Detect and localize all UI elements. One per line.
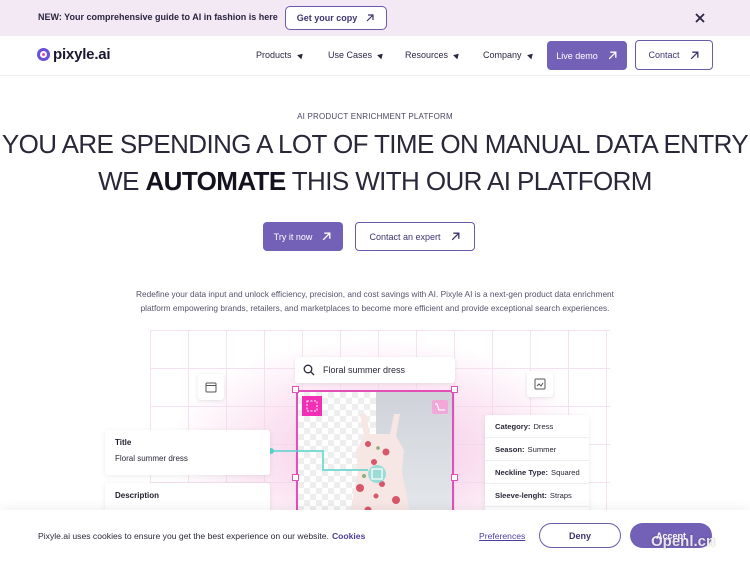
try-label: Try it now bbox=[273, 231, 313, 242]
contact-button[interactable]: Contact bbox=[635, 40, 713, 70]
crop-handle bbox=[451, 386, 458, 393]
hero-eyebrow: AI PRODUCT ENRICHMENT PLATFORM bbox=[297, 112, 453, 121]
product-enrichment-illustration: Floral summer dress Title Floral summer … bbox=[90, 330, 660, 560]
search-text: Floral summer dress bbox=[323, 365, 406, 375]
caret-down-icon bbox=[526, 51, 535, 59]
title-value: Floral summer dress bbox=[115, 454, 188, 463]
attribute-name: Category: bbox=[495, 421, 531, 431]
hero-headline-line2: WE AUTOMATE THIS WITH OUR AI PLATFORM bbox=[0, 166, 750, 197]
live-demo-label: Live demo bbox=[556, 50, 598, 61]
crop-handle bbox=[292, 386, 299, 393]
cookie-banner: Pixyle.ai uses cookies to ensure you get… bbox=[0, 510, 750, 562]
attribute-value: Squared bbox=[551, 467, 580, 477]
search-bar: Floral summer dress bbox=[295, 357, 455, 383]
hero-description: Redefine your data input and unlock effi… bbox=[136, 289, 614, 313]
nav-item-company[interactable]: Company bbox=[483, 50, 535, 60]
attribute-row: Season: Summer bbox=[485, 438, 589, 461]
nav-item-products[interactable]: Products bbox=[256, 50, 305, 60]
attribute-value: Dress bbox=[533, 421, 554, 431]
expert-label: Contact an expert bbox=[369, 231, 441, 242]
logo-icon bbox=[37, 48, 50, 61]
attribute-row: Category: Dress bbox=[485, 415, 589, 438]
headline-text: THIS WITH OUR AI PLATFORM bbox=[285, 166, 653, 196]
announcement-bar: NEW: Your comprehensive guide to AI in f… bbox=[0, 0, 750, 36]
nav-item-label: Company bbox=[483, 50, 522, 60]
nav-item-label: Resources bbox=[405, 50, 449, 60]
attribute-name: Neckline Type: bbox=[495, 467, 549, 477]
contact-expert-button[interactable]: Contact an expert bbox=[355, 222, 475, 251]
search-icon bbox=[303, 364, 315, 376]
description-label: Description bbox=[115, 491, 160, 500]
hero-headline-line1: YOU ARE SPENDING A LOT OF TIME ON MANUAL… bbox=[1, 129, 749, 159]
browser-window-tile bbox=[198, 374, 224, 400]
contact-label: Contact bbox=[648, 50, 680, 60]
image-frame-tile bbox=[527, 371, 553, 397]
caret-down-icon bbox=[453, 51, 461, 59]
preferences-link[interactable]: Preferences bbox=[479, 531, 525, 541]
arrow-up-right-icon bbox=[323, 232, 331, 241]
arrow-up-right-icon bbox=[690, 51, 698, 59]
attribute-value: Summer bbox=[527, 444, 557, 454]
attribute-name: Sleeve-lenght: bbox=[495, 490, 547, 500]
cookie-text: Pixyle.ai uses cookies to ensure you get… bbox=[38, 531, 329, 541]
cookie-message: Pixyle.ai uses cookies to ensure you get… bbox=[38, 531, 365, 541]
headline-emphasis: AUTOMATE bbox=[145, 166, 286, 196]
main-nav: pixyle.ai Products Use Cases Resources C… bbox=[0, 36, 750, 76]
title-card: Title Floral summer dress bbox=[105, 430, 270, 475]
attribute-row: Neckline Type: Squared bbox=[485, 461, 589, 484]
attribute-name: Season: bbox=[495, 444, 525, 454]
connector-line bbox=[268, 448, 368, 471]
attribute-value: Straps bbox=[549, 490, 572, 500]
nav-item-resources[interactable]: Resources bbox=[405, 50, 461, 60]
deny-button[interactable]: Deny bbox=[539, 523, 621, 548]
browser-window-icon bbox=[205, 382, 217, 392]
close-icon[interactable] bbox=[693, 11, 707, 25]
cookies-link[interactable]: Cookies bbox=[332, 531, 365, 541]
image-frame-icon bbox=[534, 378, 546, 390]
title-label: Title bbox=[115, 438, 132, 447]
get-copy-button[interactable]: Get your copy bbox=[285, 6, 387, 30]
headline-text: WE bbox=[98, 166, 146, 196]
arrow-up-right-icon bbox=[608, 51, 617, 60]
arrow-up-right-icon bbox=[366, 14, 374, 22]
logo[interactable]: pixyle.ai bbox=[37, 46, 111, 63]
caret-down-icon bbox=[296, 51, 305, 59]
watermark: Openl.cn bbox=[651, 533, 716, 550]
crop-handle bbox=[451, 474, 458, 481]
get-copy-label: Get your copy bbox=[296, 13, 358, 23]
announcement-text: NEW: Your comprehensive guide to AI in f… bbox=[38, 12, 278, 22]
try-it-now-button[interactable]: Try it now bbox=[263, 222, 343, 251]
nav-item-label: Use Cases bbox=[328, 50, 373, 60]
attribute-row: Sleeve-lenght: Straps bbox=[485, 484, 589, 507]
nav-item-use-cases[interactable]: Use Cases bbox=[328, 50, 385, 60]
arrow-up-right-icon bbox=[451, 232, 459, 241]
caret-down-icon bbox=[377, 51, 385, 59]
brand-name: pixyle.ai bbox=[53, 46, 111, 63]
nav-item-label: Products bbox=[256, 50, 292, 60]
live-demo-button[interactable]: Live demo bbox=[547, 41, 627, 70]
